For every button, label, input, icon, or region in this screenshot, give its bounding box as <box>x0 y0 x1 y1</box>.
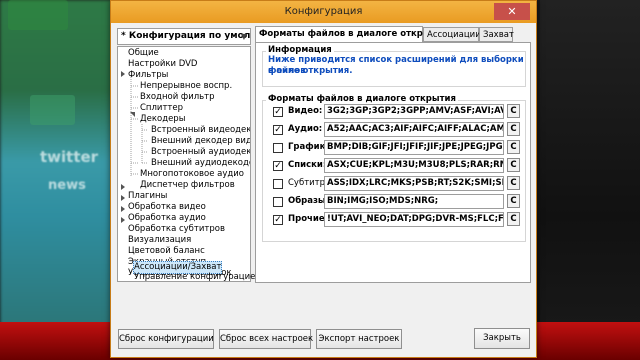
reset-all-button[interactable]: Сброс всех настроек <box>219 329 313 349</box>
subtitles-reset-button[interactable]: C <box>507 176 520 190</box>
tree-item-external-video-decoder[interactable]: Внешний декодер видео <box>151 136 250 147</box>
tree-item-builtin-audio-decoder[interactable]: Встроенный аудиодек <box>151 147 250 158</box>
video-extensions-input[interactable]: 3G2;3GP;3GP2;3GPP;AMV;ASF;AVI;AVS;DIVX; <box>324 104 504 119</box>
configuration-dialog: Конфигурация ✕ * Конфигурация по умолчан… <box>110 0 537 358</box>
config-select[interactable]: * Конфигурация по умолчанию ▼ <box>117 28 251 45</box>
info-group-title: Информация <box>266 45 334 55</box>
subtitles-extensions-input[interactable]: ASS;IDX;LRC;MKS;PSB;RT;S2K;SMI;SMIL;SRT <box>324 176 504 191</box>
info-text-line2: в окне открытия. <box>268 66 353 76</box>
audio-label: Аудио: <box>288 124 323 134</box>
close-window-button[interactable]: ✕ <box>494 3 530 20</box>
tree-item-builtin-video-decoder[interactable]: Встроенный видеодек <box>151 125 250 136</box>
tile <box>8 0 68 30</box>
images-reset-button[interactable]: C <box>507 194 520 208</box>
audio-extensions-input[interactable]: A52;AAC;AC3;AIF;AIFC;AIFF;ALAC;AMR;APE;A <box>324 122 504 137</box>
playlists-extensions-input[interactable]: ASX;CUE;KPL;M3U;M3U8;PLS;RAR;RMP;WAX; <box>324 158 504 173</box>
tree-item-general[interactable]: Общие <box>128 48 159 59</box>
tree-item-multistream-audio[interactable]: Многопотоковое аудио <box>140 169 244 180</box>
tree-item-plugins[interactable]: Плагины <box>128 191 167 202</box>
audio-reset-button[interactable]: C <box>507 122 520 136</box>
tree-item-continuous-play[interactable]: Непрерывное воспр. <box>140 81 232 92</box>
tree-item-splitter[interactable]: Сплиттер <box>140 103 183 114</box>
other-checkbox[interactable]: ✓ <box>273 215 283 225</box>
audio-checkbox[interactable]: ✓ <box>273 125 283 135</box>
playlists-checkbox[interactable]: ✓ <box>273 161 283 171</box>
window-title: Конфигурация <box>284 6 363 17</box>
tree-overflow <box>117 281 251 311</box>
tree-item-input-filter[interactable]: Входной фильтр <box>140 92 215 103</box>
tree-item-visualization[interactable]: Визуализация <box>128 235 191 246</box>
tree-item-filters[interactable]: Фильтры <box>128 70 168 81</box>
close-button[interactable]: Закрыть <box>474 328 530 349</box>
playlists-label: Списки: <box>288 160 327 170</box>
tree-item-filter-manager[interactable]: Диспетчер фильтров <box>140 180 235 191</box>
tree-item-external-audio-decoder[interactable]: Внешний аудиодекодер <box>151 158 250 169</box>
tab-associations[interactable]: Ассоциации <box>423 27 481 42</box>
news-tile-label: news <box>48 178 86 193</box>
images-checkbox[interactable] <box>273 197 283 207</box>
graphics-extensions-input[interactable]: BMP;DIB;GIF;JFI;JFIF;JIF;JPE;JPEG;JPG;PN… <box>324 140 504 155</box>
export-settings-button[interactable]: Экспорт настроек <box>316 329 402 349</box>
chevron-down-icon[interactable]: ▼ <box>241 29 247 44</box>
tree-item-decoders[interactable]: Декодеры <box>140 114 185 125</box>
subtitles-checkbox[interactable] <box>273 179 283 189</box>
twitter-tile-label: twitter <box>40 148 99 166</box>
other-reset-button[interactable]: C <box>507 212 520 226</box>
settings-tree[interactable]: Общие Настройки DVD Фильтры Непрерывное … <box>117 46 251 282</box>
config-select-value: * Конфигурация по умолчанию <box>121 31 251 41</box>
tree-item-audio-processing[interactable]: Обработка аудио <box>128 213 206 224</box>
tree-item-subtitle-processing[interactable]: Обработка субтитров <box>128 224 225 235</box>
desktop-right-area <box>540 0 640 360</box>
other-label: Прочие: <box>288 214 328 224</box>
tile <box>30 95 75 125</box>
tree-item-config-management[interactable]: Управление конфигурацией <box>134 272 261 283</box>
graphics-reset-button[interactable]: C <box>507 140 520 154</box>
formats-group-title: Форматы файлов в диалоге открытия <box>266 94 458 104</box>
graphics-checkbox[interactable] <box>273 143 283 153</box>
tree-item-dvd[interactable]: Настройки DVD <box>128 59 197 70</box>
tree-item-video-processing[interactable]: Обработка видео <box>128 202 206 213</box>
other-extensions-input[interactable]: !UT;AVI_NEO;DAT;DPG;DVR-MS;FLC;FLI;IT;M1 <box>324 212 504 227</box>
video-label: Видео: <box>288 106 323 116</box>
titlebar: Конфигурация ✕ <box>111 1 536 23</box>
tree-item-color-balance[interactable]: Цветовой баланс <box>128 246 205 257</box>
tab-file-formats[interactable]: Форматы файлов в диалоге открытия <box>255 26 447 43</box>
video-reset-button[interactable]: C <box>507 104 520 118</box>
images-label: Образы: <box>288 196 330 206</box>
images-extensions-input[interactable]: BIN;IMG;ISO;MDS;NRG; <box>324 194 504 209</box>
video-checkbox[interactable]: ✓ <box>273 107 283 117</box>
reset-config-button[interactable]: Сброс конфигурации <box>118 329 214 349</box>
playlists-reset-button[interactable]: C <box>507 158 520 172</box>
tab-capture[interactable]: Захват <box>479 27 514 42</box>
